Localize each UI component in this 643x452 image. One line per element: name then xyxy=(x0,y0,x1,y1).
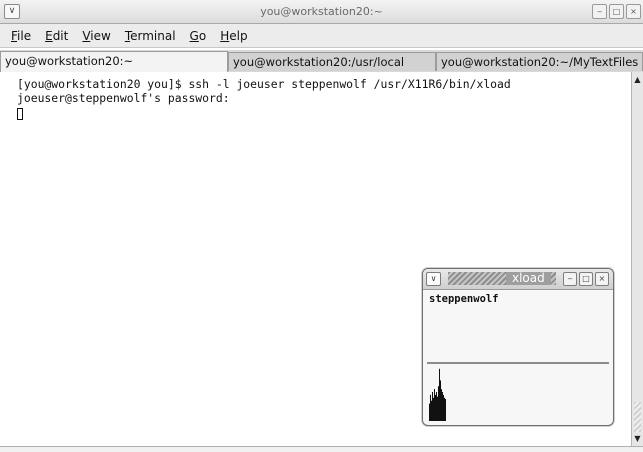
tab-home[interactable]: you@workstation20:~ xyxy=(0,51,228,72)
maximize-button[interactable]: □ xyxy=(609,4,624,19)
tab-mytextfiles[interactable]: you@workstation20:~/MyTextFiles xyxy=(436,52,643,71)
xload-window[interactable]: ∨ xload ‒ □ × steppenwolf xyxy=(422,268,614,426)
menu-edit[interactable]: Edit xyxy=(38,29,75,43)
menu-help[interactable]: Help xyxy=(213,29,254,43)
xload-load-bar xyxy=(430,394,431,421)
xload-load-bar xyxy=(432,392,433,421)
scroll-down-arrow-icon[interactable]: ▼ xyxy=(633,433,642,444)
xload-load-bar xyxy=(431,400,432,421)
xload-load-bar xyxy=(434,389,435,421)
xload-load-bar xyxy=(429,403,430,421)
scrollbar-thumb[interactable] xyxy=(634,402,641,432)
xload-load-bar xyxy=(439,368,440,421)
xload-title: xload xyxy=(506,272,551,285)
menu-terminal[interactable]: Terminal xyxy=(118,29,183,43)
terminal-line: joeuser@steppenwolf's password: xyxy=(17,91,230,105)
xload-load-bar xyxy=(433,397,434,421)
xload-title-stripes: xload xyxy=(448,272,556,285)
xload-load-bar xyxy=(443,394,444,421)
close-button[interactable]: × xyxy=(626,4,641,19)
xload-close-button[interactable]: × xyxy=(595,272,609,286)
xload-load-graph xyxy=(427,362,609,421)
xload-maximize-button[interactable]: □ xyxy=(579,272,593,286)
window-titlebar[interactable]: ∨ you@workstation20:~ ‒ □ × xyxy=(0,0,643,24)
minimize-button[interactable]: ‒ xyxy=(592,4,607,19)
menubar: File Edit View Terminal Go Help xyxy=(0,24,643,48)
window-bottom-border xyxy=(0,446,643,452)
xload-load-bar xyxy=(437,396,438,421)
terminal-line: [you@workstation20 you]$ ssh -l joeuser … xyxy=(17,77,511,91)
menu-go[interactable]: Go xyxy=(183,29,214,43)
tab-bar: you@workstation20:~ you@workstation20:/u… xyxy=(0,50,643,73)
xload-load-bar xyxy=(441,389,442,421)
xload-load-bar xyxy=(435,394,436,421)
window-title: you@workstation20:~ xyxy=(260,5,383,18)
xload-controls: ‒ □ × xyxy=(563,272,609,286)
xload-load-bar xyxy=(445,398,446,421)
xload-load-bar xyxy=(442,392,443,421)
window-controls: ‒ □ × xyxy=(592,4,641,19)
terminal-scrollbar[interactable]: ▲ ▼ xyxy=(631,72,643,446)
terminal-margin xyxy=(0,72,14,451)
terminal-cursor xyxy=(17,108,23,120)
xload-hostname: steppenwolf xyxy=(429,293,499,305)
xload-load-bar xyxy=(444,397,445,421)
xload-menu-button[interactable]: ∨ xyxy=(426,272,441,286)
menu-file[interactable]: File xyxy=(4,29,38,43)
scroll-up-arrow-icon[interactable]: ▲ xyxy=(633,74,642,85)
menu-view[interactable]: View xyxy=(75,29,117,43)
xload-load-bar xyxy=(438,386,439,421)
tab-usr-local[interactable]: you@workstation20:/usr/local xyxy=(228,52,436,71)
xload-titlebar[interactable]: ∨ xload ‒ □ × xyxy=(423,269,613,290)
xload-minimize-button[interactable]: ‒ xyxy=(563,272,577,286)
xload-load-bar xyxy=(436,392,437,421)
xload-load-bar xyxy=(440,380,441,421)
